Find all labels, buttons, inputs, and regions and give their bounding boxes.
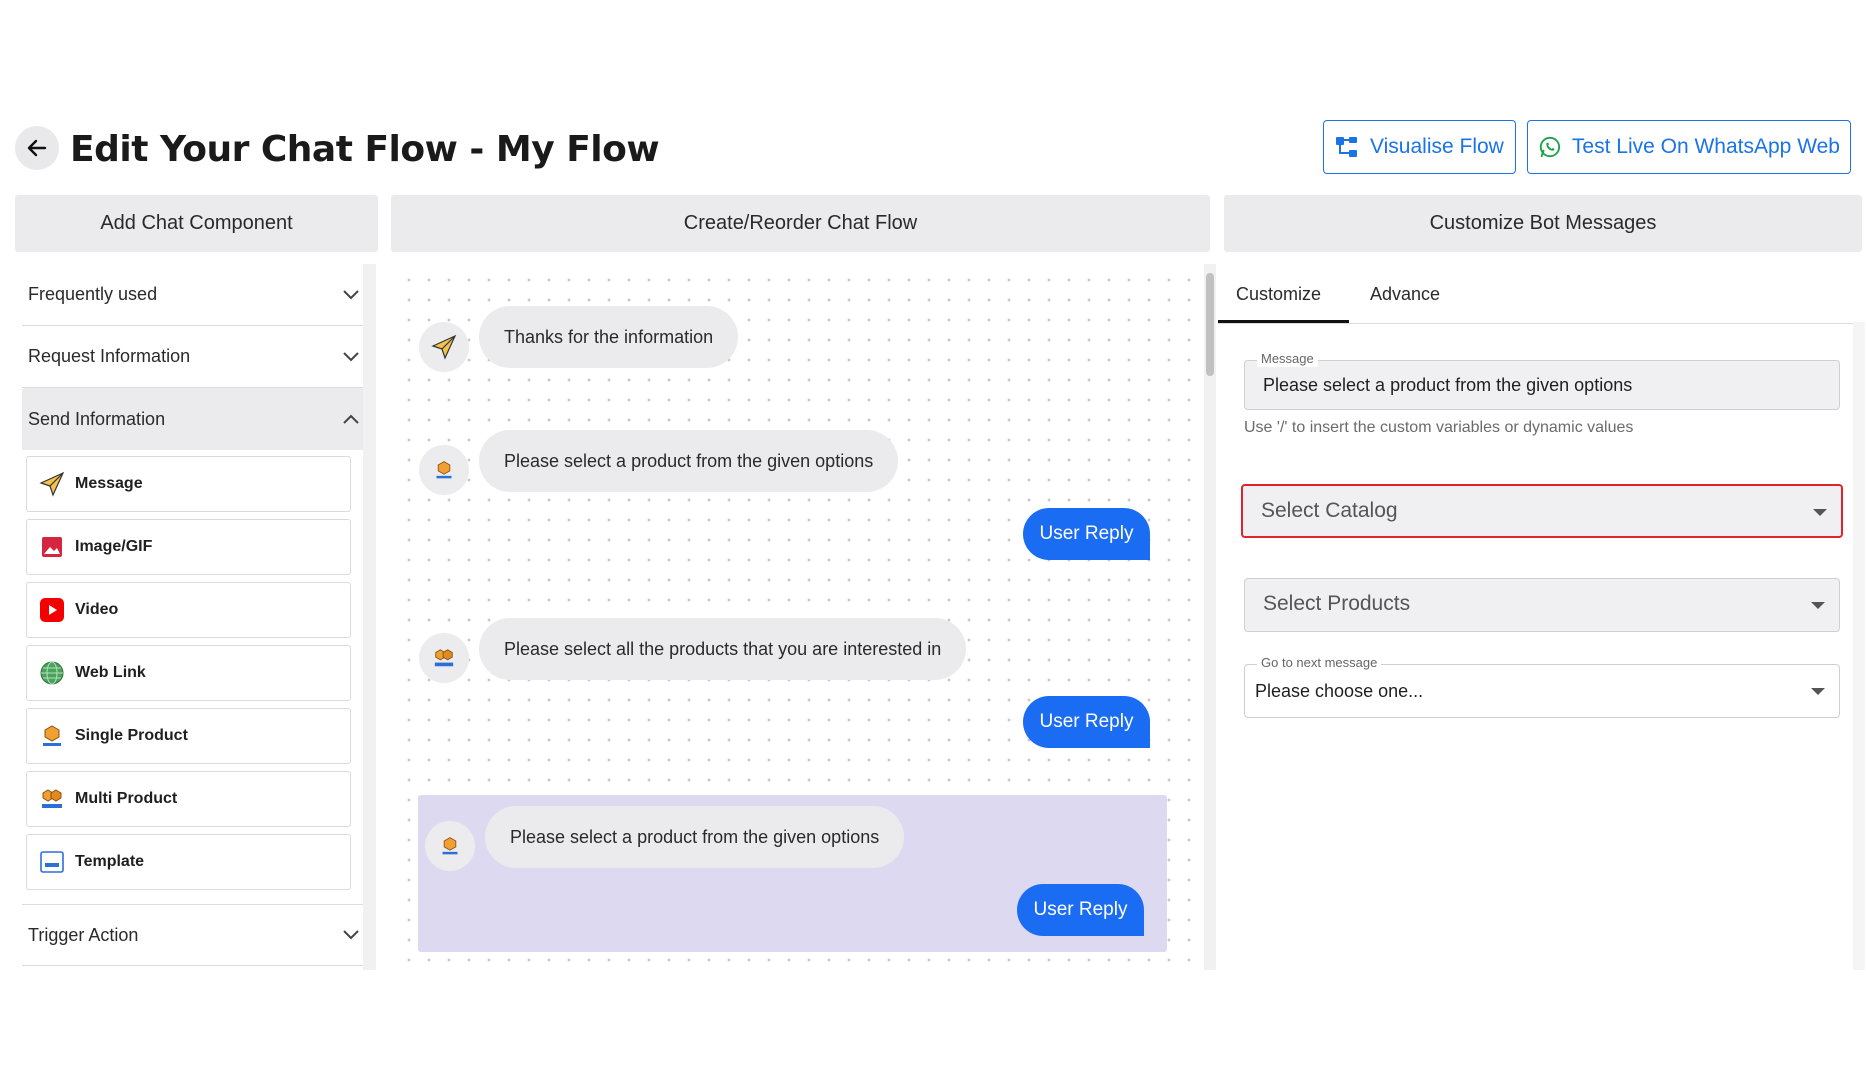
component-video[interactable]: Video bbox=[26, 582, 351, 638]
caret-down-icon bbox=[1811, 688, 1825, 695]
component-label: Video bbox=[75, 601, 119, 618]
chevron-down-icon bbox=[343, 289, 359, 299]
message-field[interactable]: Message Please select a product from the… bbox=[1244, 351, 1840, 410]
flow-diagram-icon bbox=[1336, 137, 1357, 157]
single-product-icon bbox=[425, 821, 475, 871]
tab-customize[interactable]: Customize bbox=[1236, 264, 1356, 324]
user-reply-button[interactable]: User Reply bbox=[1017, 884, 1144, 936]
caret-down-icon bbox=[1811, 602, 1825, 609]
paper-plane-icon bbox=[39, 471, 65, 497]
section-label: Request Information bbox=[28, 346, 191, 366]
section-frequently-used[interactable]: Frequently used bbox=[22, 264, 370, 326]
multi-product-icon bbox=[39, 786, 65, 812]
component-label: Image/GIF bbox=[75, 538, 153, 555]
section-request-information[interactable]: Request Information bbox=[22, 326, 370, 388]
canvas-scrollbar-thumb[interactable] bbox=[1206, 273, 1214, 376]
component-label: Multi Product bbox=[75, 790, 178, 807]
chevron-down-icon bbox=[343, 351, 359, 361]
component-label: Single Product bbox=[75, 727, 188, 744]
caret-down-icon bbox=[1813, 509, 1827, 516]
section-label: Frequently used bbox=[28, 284, 158, 304]
back-button[interactable] bbox=[15, 126, 59, 170]
flow-message-bubble[interactable]: Please select all the products that you … bbox=[479, 618, 967, 680]
component-label: Template bbox=[75, 853, 145, 870]
next-message-value: Please choose one... bbox=[1255, 681, 1424, 701]
next-message-dropdown[interactable]: Go to next message Please choose one... bbox=[1244, 655, 1840, 718]
flow-message-bubble[interactable]: Please select a product from the given o… bbox=[479, 430, 899, 492]
test-whatsapp-button[interactable]: Test Live On WhatsApp Web bbox=[1527, 120, 1851, 174]
section-label: Trigger Action bbox=[28, 924, 139, 945]
customize-header: Customize Bot Messages bbox=[1224, 195, 1862, 252]
add-component-header: Add Chat Component bbox=[15, 195, 378, 252]
customize-tabs: Customize Advance bbox=[1218, 264, 1854, 324]
paper-plane-icon bbox=[419, 322, 469, 372]
sidebar-scrollbar[interactable] bbox=[363, 264, 376, 970]
component-label: Web Link bbox=[75, 664, 146, 681]
component-single-product[interactable]: Single Product bbox=[26, 708, 351, 764]
customize-scrollbar[interactable] bbox=[1853, 322, 1865, 970]
helper-text: Use '/' to insert the custom variables o… bbox=[1244, 419, 1634, 436]
component-multi-product[interactable]: Multi Product bbox=[26, 771, 351, 827]
flow-message-bubble[interactable]: Please select a product from the given o… bbox=[485, 806, 905, 868]
message-field-value: Please select a product from the given o… bbox=[1263, 375, 1633, 395]
chat-flow-header: Create/Reorder Chat Flow bbox=[391, 195, 1210, 252]
user-reply-button[interactable]: User Reply bbox=[1023, 696, 1150, 748]
next-message-label: Go to next message bbox=[1257, 655, 1382, 671]
select-products-placeholder: Select Products bbox=[1263, 592, 1411, 615]
active-tab-indicator bbox=[1218, 320, 1349, 323]
section-label: Send Information bbox=[28, 408, 166, 429]
message-field-label: Message bbox=[1257, 351, 1318, 367]
flow-message-bubble[interactable]: Thanks for the information bbox=[479, 306, 739, 368]
image-icon bbox=[39, 534, 65, 560]
section-send-information[interactable]: Send Information bbox=[22, 388, 370, 450]
page-title: Edit Your Chat Flow - My Flow bbox=[70, 129, 660, 170]
whatsapp-icon bbox=[1539, 136, 1561, 158]
component-message[interactable]: Message bbox=[26, 456, 351, 512]
component-sidebar: Frequently used Request Information Send… bbox=[15, 264, 378, 970]
section-trigger-action[interactable]: Trigger Action bbox=[22, 904, 370, 966]
visualise-flow-label: Visualise Flow bbox=[1370, 135, 1504, 158]
component-web-link[interactable]: Web Link bbox=[26, 645, 351, 701]
multi-product-icon bbox=[419, 633, 469, 683]
globe-icon bbox=[39, 660, 65, 686]
single-product-icon bbox=[419, 445, 469, 495]
component-template[interactable]: Template bbox=[26, 834, 351, 890]
chevron-down-icon bbox=[343, 930, 359, 940]
arrow-left-icon bbox=[27, 139, 47, 157]
visualise-flow-button[interactable]: Visualise Flow bbox=[1323, 120, 1516, 174]
user-reply-button[interactable]: User Reply bbox=[1023, 508, 1150, 560]
select-catalog-placeholder: Select Catalog bbox=[1261, 499, 1398, 522]
tab-advance[interactable]: Advance bbox=[1370, 264, 1470, 324]
test-whatsapp-label: Test Live On WhatsApp Web bbox=[1571, 135, 1840, 158]
component-image-gif[interactable]: Image/GIF bbox=[26, 519, 351, 575]
select-catalog-dropdown[interactable]: Select Catalog bbox=[1241, 484, 1843, 538]
template-icon bbox=[39, 849, 65, 875]
chevron-up-icon bbox=[343, 414, 359, 424]
single-product-icon bbox=[39, 723, 65, 749]
select-products-dropdown[interactable]: Select Products bbox=[1244, 578, 1840, 632]
youtube-icon bbox=[39, 597, 65, 623]
component-label: Message bbox=[75, 475, 143, 492]
